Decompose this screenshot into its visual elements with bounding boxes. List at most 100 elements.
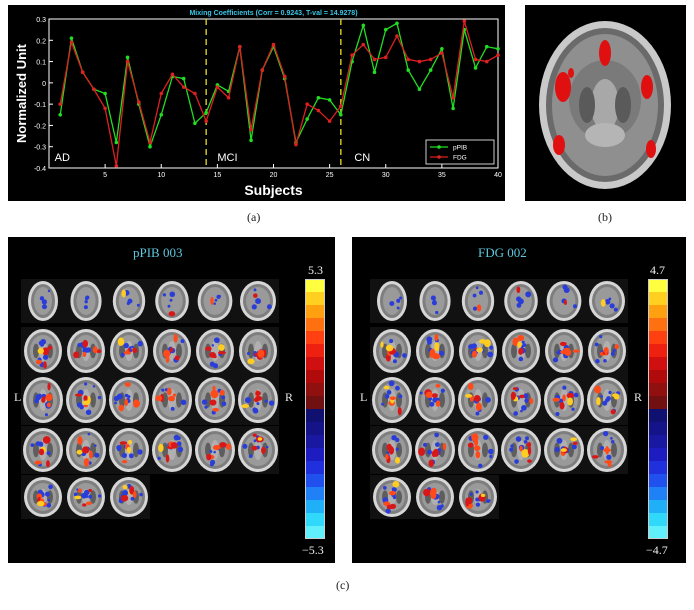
y-tick-label: 0	[42, 81, 46, 88]
axial-slice	[193, 279, 236, 323]
axial-slice	[370, 426, 413, 474]
data-point-fdg	[181, 85, 186, 89]
axial-slice	[542, 375, 585, 425]
data-point-fdg	[327, 119, 332, 123]
group-label-cn: CN	[354, 152, 370, 164]
data-point-ppib	[305, 117, 309, 121]
axial-slice	[456, 426, 499, 474]
axial-slice	[542, 279, 585, 323]
data-point-ppib	[361, 23, 366, 28]
colorbar-segment	[648, 487, 668, 501]
colorbar-segment	[305, 383, 325, 397]
colorbar-segment	[305, 305, 325, 319]
x-tick-label: 15	[213, 172, 221, 179]
colorbar-segment	[648, 370, 668, 384]
fdg-component-map: FDG 002 L R 4.7 −4.7	[352, 237, 686, 563]
data-point-ppib	[451, 106, 455, 111]
colorbar-segment	[648, 396, 668, 410]
fdg-slice-grid	[370, 279, 628, 519]
data-point-ppib	[383, 27, 388, 32]
colorbar-segment	[305, 422, 325, 436]
axial-slice	[413, 475, 456, 519]
data-point-ppib	[327, 98, 332, 102]
axial-slice	[64, 375, 107, 425]
legend-label-fdg: FDG	[453, 155, 467, 162]
axial-slice	[107, 279, 150, 323]
axial-slice	[193, 327, 236, 375]
axial-slice	[193, 426, 236, 474]
colorbar-segment	[648, 474, 668, 488]
colorbar-segment	[305, 344, 325, 358]
axial-slice	[107, 327, 150, 375]
y-tick-label: -0.4	[34, 166, 46, 173]
data-point-fdg	[204, 119, 208, 123]
data-point-fdg	[417, 59, 422, 64]
pib-colorbar-max: 5.3	[308, 263, 323, 277]
fdg-colorbar-max: 4.7	[650, 263, 665, 277]
data-point-fdg	[125, 59, 130, 64]
data-point-ppib	[473, 66, 478, 70]
colorbar-segment	[305, 279, 325, 293]
y-tick-label: 0.3	[36, 17, 46, 24]
x-tick-label: 40	[494, 172, 502, 179]
data-point-ppib	[428, 68, 433, 72]
axial-slice	[21, 475, 64, 519]
data-point-fdg	[372, 57, 377, 62]
data-point-ppib	[484, 44, 489, 49]
y-tick-label: -0.2	[34, 123, 46, 130]
legend-marker	[437, 155, 441, 159]
caption-b: (b)	[598, 210, 612, 224]
colorbar-segment	[648, 513, 668, 527]
data-point-fdg	[350, 53, 354, 57]
data-point-ppib	[193, 121, 197, 126]
group-label-ad: AD	[55, 152, 70, 164]
y-axis-label: Normalized Unit	[14, 43, 29, 143]
data-point-fdg	[170, 72, 175, 77]
axial-slice	[64, 279, 107, 323]
data-point-fdg	[428, 57, 433, 62]
brain-slice-image	[539, 21, 671, 189]
colorbar-segment	[305, 318, 325, 332]
data-point-ppib	[440, 47, 444, 51]
ica-component-brain-slice	[525, 5, 686, 201]
axial-slice	[150, 279, 193, 323]
data-point-fdg	[103, 106, 107, 111]
colorbar-segment	[648, 344, 668, 358]
data-point-fdg	[383, 55, 388, 60]
colorbar-segment	[305, 357, 325, 371]
colorbar-segment	[648, 435, 668, 449]
colorbar-segment	[305, 331, 325, 345]
colorbar-segment	[648, 331, 668, 345]
axial-slice	[585, 426, 628, 474]
y-tick-label: -0.3	[34, 145, 46, 152]
data-point-ppib	[181, 76, 186, 81]
colorbar-segment	[648, 448, 668, 462]
colorbar-segment	[305, 474, 325, 488]
data-point-ppib	[249, 138, 253, 143]
x-tick-label: 5	[103, 172, 107, 179]
data-point-fdg	[294, 142, 298, 147]
chart-title: Mixing Coefficients (Corr = 0.9243, T-va…	[189, 10, 357, 17]
colorbar-segment	[305, 396, 325, 410]
colorbar-segment	[305, 292, 325, 306]
axial-slice	[542, 327, 585, 375]
axial-slice	[107, 375, 150, 425]
colorbar-segment	[305, 500, 325, 514]
data-point-ppib	[395, 21, 399, 26]
axial-slice	[150, 375, 193, 425]
data-point-fdg	[92, 87, 96, 92]
x-tick-label: 20	[270, 172, 278, 179]
data-point-fdg	[260, 68, 265, 72]
data-point-fdg	[473, 57, 478, 62]
data-point-fdg	[406, 57, 411, 62]
axial-slice	[413, 375, 456, 425]
colorbar-segment	[305, 487, 325, 501]
axial-slice	[21, 426, 64, 474]
axial-slice	[370, 279, 413, 323]
axial-slice	[413, 426, 456, 474]
fdg-colorbar	[648, 279, 668, 539]
data-point-ppib	[125, 55, 130, 60]
colorbar-segment	[648, 279, 668, 293]
colorbar-segment	[648, 500, 668, 514]
pib-component-map: pPIB 003 L R 5.3 −5.3	[8, 237, 335, 563]
